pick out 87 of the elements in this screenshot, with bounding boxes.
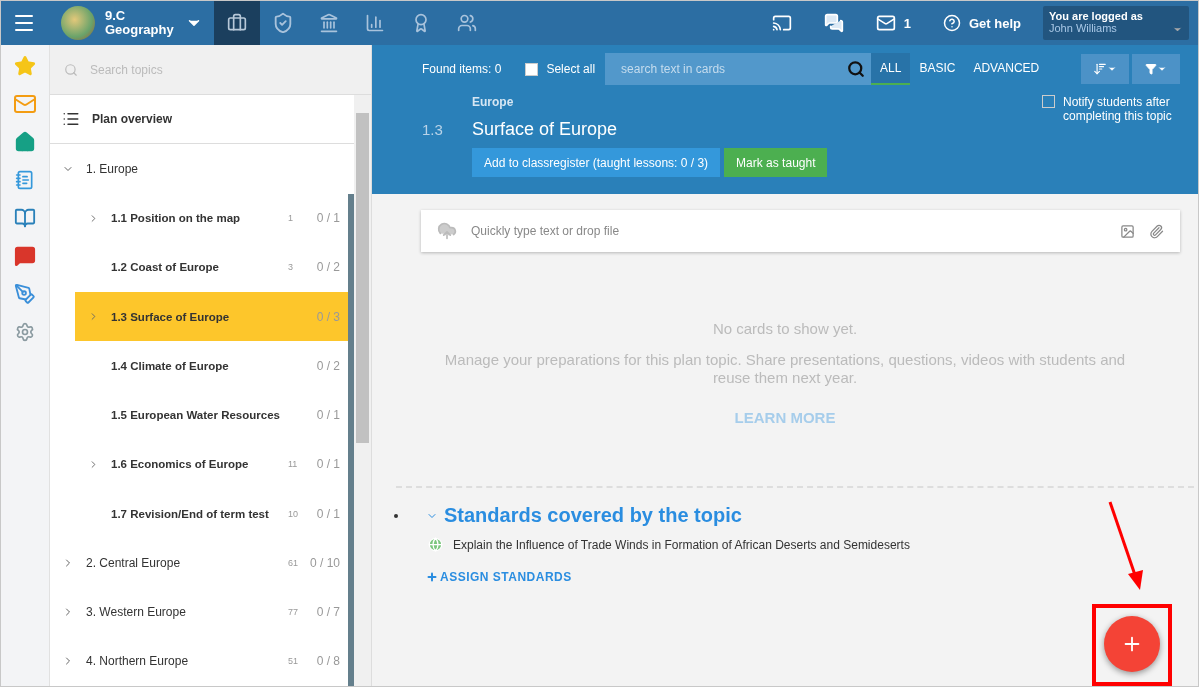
notebook-icon — [15, 170, 35, 190]
lesson-progress: 0 / 1 — [316, 211, 340, 226]
quick-input-field[interactable]: Quickly type text or drop file — [421, 210, 1180, 252]
caret-icon — [1157, 64, 1167, 74]
select-all-checkbox[interactable] — [525, 62, 539, 76]
lesson-progress: 0 / 1 — [316, 457, 340, 472]
topic-title: 1.7 Revision/End of term test — [111, 506, 270, 521]
bar-chart-icon — [364, 13, 385, 33]
card-count: 3 — [288, 262, 293, 273]
help-link[interactable]: Get help — [969, 15, 1021, 31]
card-count: 51 — [288, 656, 298, 667]
card-count: 11 — [288, 459, 298, 470]
sort-button[interactable] — [1081, 54, 1129, 84]
filter-tab[interactable]: BASIC — [910, 53, 965, 85]
message-count: 1 — [903, 15, 911, 31]
topic-title: 3. Western Europe — [86, 605, 187, 620]
filter-tab[interactable]: ALL — [871, 53, 911, 85]
chat-icon — [14, 245, 36, 267]
topic-row[interactable]: 1.3 Surface of Europe 0 / 3 — [75, 292, 354, 342]
lesson-progress: 0 / 10 — [309, 555, 340, 570]
topic-number: 1.3 — [422, 121, 444, 140]
topic-title: 1.1 Position on the map — [111, 211, 242, 226]
search-icon — [64, 62, 78, 77]
filter-icon — [1145, 63, 1157, 75]
chat-icon[interactable] — [823, 13, 844, 33]
bullet — [394, 513, 398, 518]
caret-icon — [1107, 64, 1117, 74]
lesson-progress: 0 / 8 — [316, 654, 340, 669]
empty-description: Manage your preparations for this plan topic. Share presentations, questions, videos with students and reuse them next year. — [443, 351, 1127, 387]
topic-title: 4. Northern Europe — [86, 654, 190, 669]
house-icon — [14, 131, 36, 153]
topic-title: 1. Europe — [86, 161, 140, 176]
star-icon — [14, 55, 36, 77]
filter-button[interactable] — [1132, 54, 1180, 84]
add-button[interactable] — [1104, 616, 1160, 672]
cast-icon[interactable] — [771, 13, 792, 33]
envelope-icon — [13, 92, 37, 116]
class-avatar — [61, 6, 95, 40]
select-all-label: Select all — [546, 62, 596, 76]
topic-title: 1.5 European Water Resources — [111, 408, 281, 423]
card-count: 10 — [288, 508, 298, 519]
topic-title: 1.6 Economics of Europe — [111, 457, 250, 472]
plus-icon — [426, 571, 438, 583]
notify-label: Notify students after completing this topic — [1063, 95, 1173, 123]
topic-heading: Surface of Europe — [472, 119, 619, 140]
classregister-button[interactable]: Add to classregister (taught lessons: 0 / 3) — [472, 148, 721, 177]
lesson-progress: 0 / 7 — [316, 605, 340, 620]
settings-icon — [15, 322, 35, 342]
topic-title: 1.4 Climate of Europe — [111, 358, 230, 373]
parent-topic: Europe — [472, 95, 515, 109]
briefcase-icon — [226, 13, 247, 33]
user-menu[interactable]: You are logged as John Williams — [1043, 6, 1189, 40]
globe-icon — [428, 537, 443, 552]
empty-title: No cards to show yet. — [712, 320, 858, 337]
mark-taught-button[interactable]: Mark as taught — [724, 148, 828, 177]
card-count: 61 — [288, 557, 298, 568]
lesson-progress: 0 / 2 — [316, 260, 340, 275]
building-icon — [318, 13, 339, 33]
cloud-upload-icon — [437, 221, 457, 241]
topic-title: 1.2 Coast of Europe — [111, 260, 220, 275]
class-subject[interactable]: Geography — [105, 23, 174, 37]
filter-tab[interactable]: ADVANCED — [964, 53, 1049, 85]
help-icon — [943, 14, 961, 32]
lesson-progress: 0 / 3 — [316, 309, 340, 324]
envelope-icon[interactable] — [875, 13, 896, 33]
book-icon — [14, 207, 36, 229]
nav-tab[interactable] — [213, 1, 260, 45]
standards-heading[interactable]: Standards covered by the topic — [444, 504, 742, 527]
topic-title: 2. Central Europe — [86, 555, 182, 570]
search-icon — [847, 60, 866, 78]
people-icon — [456, 13, 477, 33]
sort-icon — [1093, 62, 1107, 76]
image-icon — [1120, 223, 1135, 239]
topic-title: 1.3 Surface of Europe — [111, 309, 231, 324]
card-count: 77 — [288, 607, 298, 618]
lesson-progress: 0 / 2 — [316, 358, 340, 373]
paperclip-icon — [1149, 223, 1164, 239]
card-count: 1 — [288, 213, 293, 224]
standard-text: Explain the Influence of Trade Winds in Formation of African Deserts and Semideserts — [453, 537, 910, 552]
notify-checkbox[interactable] — [1042, 95, 1055, 108]
lesson-progress: 0 / 1 — [316, 408, 340, 423]
class-grade[interactable]: 9.C — [105, 9, 174, 23]
found-items: Found items: 0 — [422, 62, 502, 76]
assign-standards-link[interactable]: ASSIGN STANDARDS — [426, 570, 572, 584]
pen-icon — [14, 283, 36, 305]
lesson-progress: 0 / 1 — [316, 506, 340, 521]
scrollbar[interactable] — [354, 95, 371, 686]
